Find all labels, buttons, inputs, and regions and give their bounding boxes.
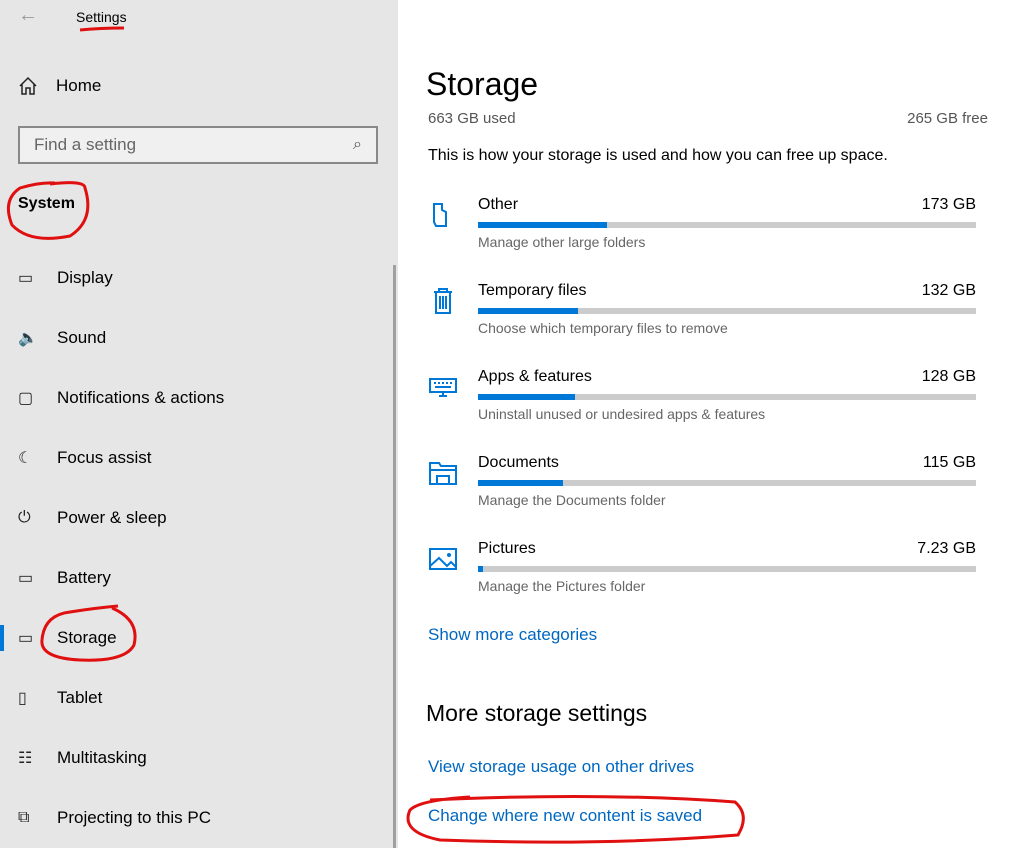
change-save-location-link[interactable]: Change where new content is saved bbox=[428, 806, 702, 826]
tablet-icon: ▯ bbox=[18, 690, 27, 707]
battery-icon: ▭ bbox=[18, 570, 34, 587]
section-heading: System bbox=[18, 195, 75, 212]
category-name: Documents bbox=[478, 454, 559, 471]
sidebar-item-label: Storage bbox=[57, 628, 117, 647]
sidebar-item-label: Battery bbox=[57, 568, 111, 587]
message-icon: ▢ bbox=[18, 390, 34, 407]
sidebar-item-label: Focus assist bbox=[57, 448, 152, 467]
usage-bar-fill bbox=[478, 308, 578, 314]
category-name: Pictures bbox=[478, 540, 536, 557]
sidebar-item-label: Power & sleep bbox=[57, 508, 167, 527]
sidebar-item-projecting-to-this-pc[interactable]: ⧉ Projecting to this PC bbox=[0, 803, 390, 833]
category-name: Other bbox=[478, 196, 519, 213]
sidebar-item-focus-assist[interactable]: ☾ Focus assist bbox=[0, 443, 390, 473]
sidebar-item-label: Projecting to this PC bbox=[57, 808, 212, 827]
back-arrow-icon[interactable]: ← bbox=[18, 4, 38, 27]
sidebar-item-label: Sound bbox=[57, 328, 107, 347]
sidebar-item-label: Notifications & actions bbox=[57, 388, 225, 407]
sidebar-item-display[interactable]: ▭ Display bbox=[0, 263, 390, 293]
category-name: Apps & features bbox=[478, 368, 592, 385]
sidebar: ← Settings Home Find a setting ⌕ System … bbox=[0, 0, 398, 848]
category-size: 115 GB bbox=[922, 454, 976, 471]
window-title: Settings bbox=[76, 9, 127, 25]
moon-icon: ☾ bbox=[18, 450, 33, 467]
usage-summary: 663 GB used 265 GB free bbox=[428, 112, 988, 128]
usage-bar bbox=[478, 566, 976, 572]
picture-icon bbox=[429, 548, 457, 570]
storage-category[interactable]: Documents 115 GB Manage the Documents fo… bbox=[428, 454, 976, 524]
main-content: Storage 663 GB used 265 GB free This is … bbox=[398, 0, 1017, 848]
category-description: Choose which temporary files to remove bbox=[478, 320, 728, 336]
used-text: 663 GB used bbox=[428, 112, 516, 127]
free-text: 265 GB free bbox=[907, 112, 988, 127]
category-description: Manage the Pictures folder bbox=[478, 578, 646, 594]
sidebar-item-power-sleep[interactable]: ⏻ Power & sleep bbox=[0, 503, 390, 533]
category-size: 132 GB bbox=[921, 282, 976, 299]
intro-text: This is how your storage is used and how… bbox=[428, 147, 888, 164]
usage-bar bbox=[478, 480, 976, 486]
sidebar-item-sound[interactable]: 🔈 Sound bbox=[0, 323, 390, 353]
search-icon: ⌕ bbox=[353, 136, 362, 153]
category-name: Temporary files bbox=[478, 282, 587, 299]
sidebar-item-label: Display bbox=[57, 268, 113, 287]
search-input[interactable]: Find a setting ⌕ bbox=[18, 126, 378, 164]
category-size: 128 GB bbox=[921, 368, 976, 385]
page-title: Storage bbox=[426, 66, 539, 102]
home-label: Home bbox=[56, 76, 102, 95]
category-size: 7.23 GB bbox=[917, 540, 976, 557]
show-more-categories-link[interactable]: Show more categories bbox=[428, 625, 597, 645]
usage-bar-fill bbox=[478, 222, 608, 228]
storage-category[interactable]: Other 173 GB Manage other large folders bbox=[428, 196, 976, 266]
power-icon: ⏻ bbox=[18, 509, 31, 526]
category-description: Manage other large folders bbox=[478, 234, 646, 250]
storage-category[interactable]: Temporary files 132 GB Choose which temp… bbox=[428, 282, 976, 352]
scrollbar[interactable] bbox=[393, 265, 396, 848]
folder-other-icon bbox=[433, 203, 447, 227]
documents-folder-icon bbox=[429, 462, 457, 485]
view-other-drives-link[interactable]: View storage usage on other drives bbox=[428, 757, 694, 777]
sidebar-item-label: Tablet bbox=[57, 688, 103, 707]
search-placeholder: Find a setting bbox=[34, 135, 137, 154]
category-description: Manage the Documents folder bbox=[478, 492, 666, 508]
trash-icon bbox=[434, 288, 452, 314]
usage-bar bbox=[478, 222, 976, 228]
storage-category[interactable]: Apps & features 128 GB Uninstall unused … bbox=[428, 368, 976, 438]
usage-bar-fill bbox=[478, 394, 576, 400]
storage-category[interactable]: Pictures 7.23 GB Manage the Pictures fol… bbox=[428, 540, 976, 610]
projecting-icon: ⧉ bbox=[18, 809, 30, 826]
usage-bar bbox=[478, 394, 976, 400]
keyboard-icon bbox=[429, 378, 457, 397]
monitor-icon: ▭ bbox=[18, 270, 34, 287]
speaker-icon: 🔈 bbox=[18, 330, 38, 347]
sidebar-item-multitasking[interactable]: ☷ Multitasking bbox=[0, 743, 390, 773]
usage-bar-fill bbox=[478, 566, 483, 572]
drive-icon: ▭ bbox=[18, 630, 34, 647]
category-size: 173 GB bbox=[921, 196, 976, 213]
sidebar-item-label: Multitasking bbox=[57, 748, 147, 767]
multitasking-icon: ☷ bbox=[18, 750, 33, 767]
sidebar-item-notifications-actions[interactable]: ▢ Notifications & actions bbox=[0, 383, 390, 413]
home-icon bbox=[19, 76, 37, 95]
sidebar-item-storage[interactable]: ▭ Storage bbox=[0, 623, 390, 653]
usage-bar bbox=[478, 308, 976, 314]
more-storage-settings-heading: More storage settings bbox=[426, 700, 648, 726]
category-description: Uninstall unused or undesired apps & fea… bbox=[478, 406, 766, 422]
usage-bar-fill bbox=[478, 480, 563, 486]
sidebar-item-home[interactable]: Home bbox=[18, 76, 101, 96]
sidebar-item-battery[interactable]: ▭ Battery bbox=[0, 563, 390, 593]
sidebar-item-tablet[interactable]: ▯ Tablet bbox=[0, 683, 390, 713]
